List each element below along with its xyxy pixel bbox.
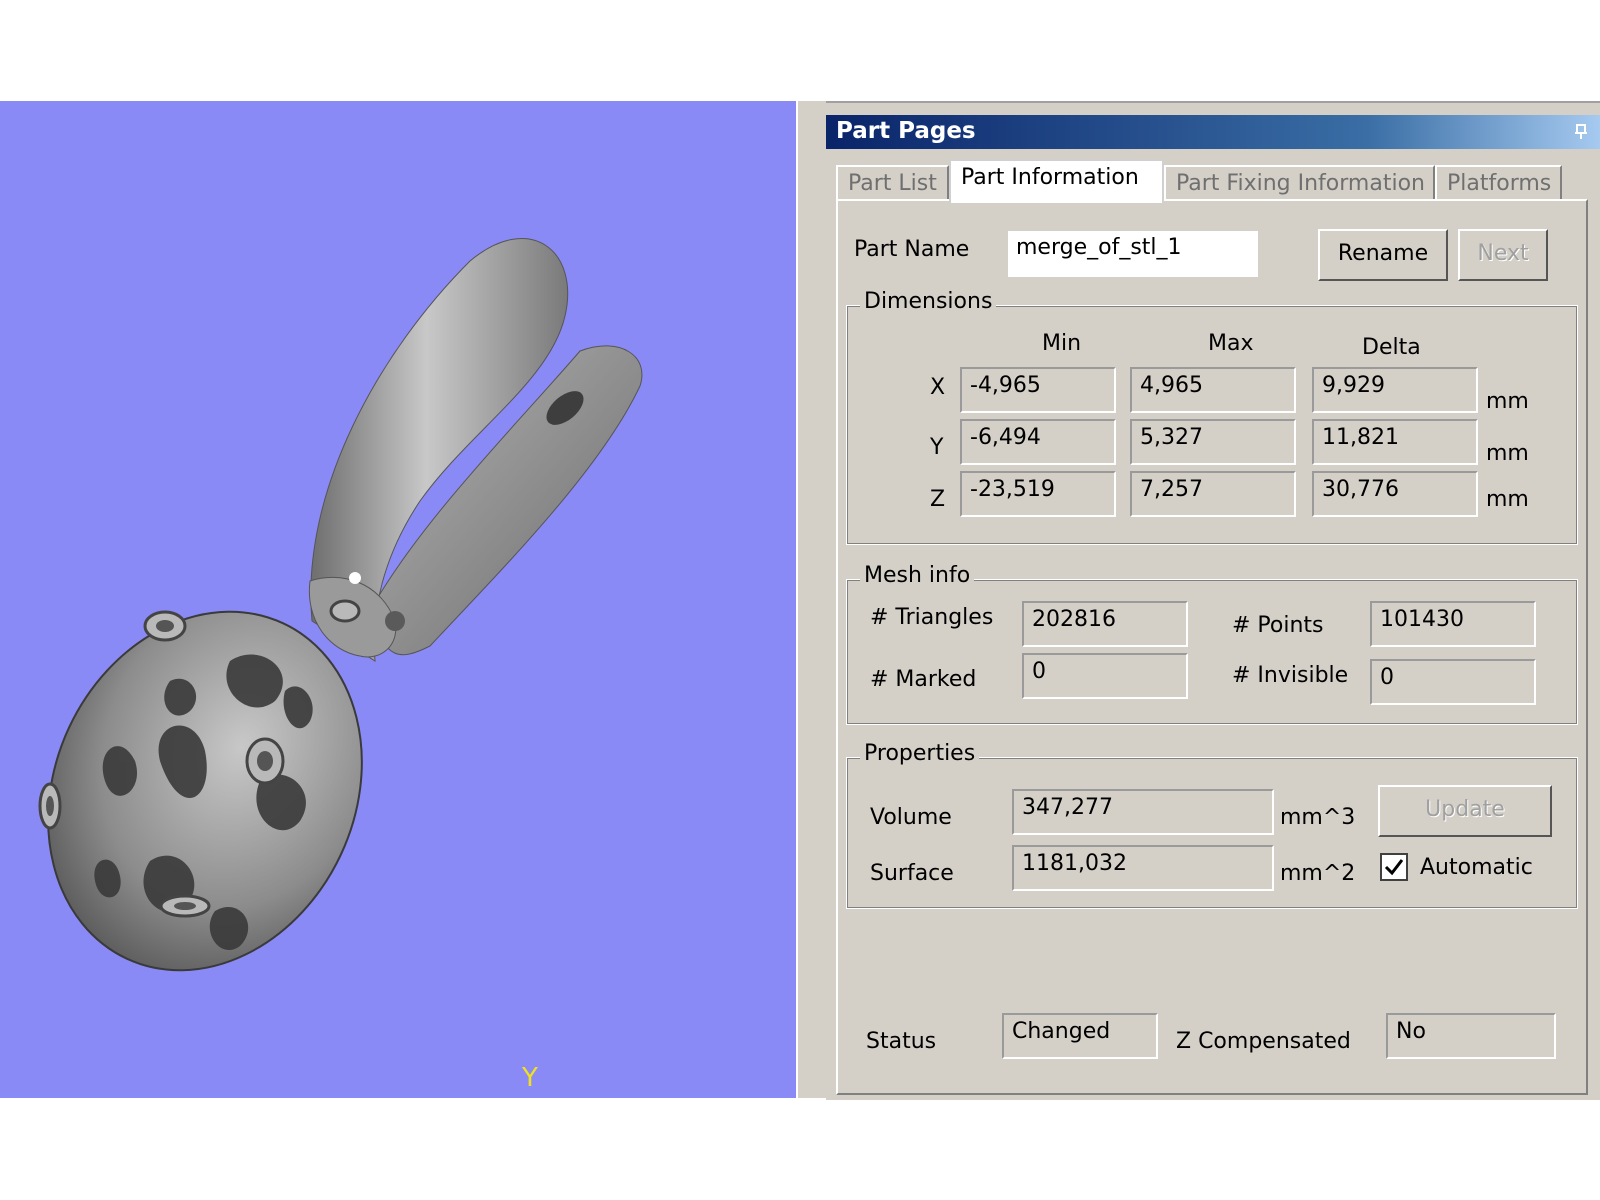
status-field[interactable]: Changed — [1002, 1013, 1158, 1059]
surface-label: Surface — [870, 861, 954, 886]
panel-titlebar: Part Pages — [826, 115, 1600, 149]
invisible-field[interactable]: 0 — [1370, 659, 1536, 705]
part-model-render[interactable] — [0, 101, 796, 1098]
tab-platforms[interactable]: Platforms — [1435, 165, 1562, 199]
status-label: Status — [866, 1029, 937, 1054]
dim-z-delta[interactable]: 30,776 — [1312, 471, 1478, 517]
properties-group: Properties Volume 347,277 mm^3 Update Su… — [846, 741, 1578, 909]
z-compensated-field[interactable]: No — [1386, 1013, 1556, 1059]
properties-legend: Properties — [860, 741, 980, 766]
automatic-checkbox[interactable] — [1380, 853, 1408, 881]
mesh-info-legend: Mesh info — [860, 563, 975, 588]
dim-y-delta[interactable]: 11,821 — [1312, 419, 1478, 465]
rename-button[interactable]: Rename — [1318, 229, 1448, 281]
dim-x-min[interactable]: -4,965 — [960, 367, 1116, 413]
splitter[interactable] — [796, 101, 828, 1098]
update-button[interactable]: Update — [1378, 785, 1552, 837]
dim-y-min[interactable]: -6,494 — [960, 419, 1116, 465]
dim-z-label: Z — [930, 487, 946, 512]
pin-icon[interactable] — [1574, 124, 1588, 140]
3d-viewport[interactable]: Y — [0, 101, 796, 1098]
dim-z-unit: mm — [1486, 487, 1529, 512]
dimensions-group: Dimensions Min Max Delta X -4,965 4,965 … — [846, 289, 1578, 545]
dim-y-max[interactable]: 5,327 — [1130, 419, 1296, 465]
volume-field[interactable]: 347,277 — [1012, 789, 1274, 835]
part-name-label: Part Name — [854, 237, 970, 262]
dim-z-max[interactable]: 7,257 — [1130, 471, 1296, 517]
dim-y-label: Y — [930, 435, 944, 460]
mesh-info-group: Mesh info # Triangles 202816 # Points 10… — [846, 563, 1578, 725]
min-header: Min — [1042, 331, 1082, 356]
dimensions-legend: Dimensions — [860, 289, 997, 314]
delta-header: Delta — [1362, 335, 1421, 360]
marked-label: # Marked — [870, 667, 977, 692]
checkmark-icon — [1384, 859, 1404, 876]
part-information-page: Part Name merge_of_stl_1 Rename Next Dim… — [836, 199, 1588, 1095]
points-field[interactable]: 101430 — [1370, 601, 1536, 647]
dim-x-unit: mm — [1486, 389, 1529, 414]
tab-part-list[interactable]: Part List — [836, 165, 949, 199]
tab-part-information[interactable]: Part Information — [949, 159, 1164, 203]
invisible-label: # Invisible — [1232, 663, 1349, 688]
dim-x-max[interactable]: 4,965 — [1130, 367, 1296, 413]
panel-title: Part Pages — [836, 118, 976, 144]
dim-x-delta[interactable]: 9,929 — [1312, 367, 1478, 413]
surface-unit: mm^2 — [1280, 861, 1356, 886]
tab-part-fixing-information[interactable]: Part Fixing Information — [1164, 165, 1435, 199]
volume-unit: mm^3 — [1280, 805, 1356, 830]
dim-y-unit: mm — [1486, 441, 1529, 466]
part-pages-panel: Part Pages Part List Part Information Pa… — [826, 101, 1600, 1100]
triangles-label: # Triangles — [870, 605, 994, 630]
dim-z-min[interactable]: -23,519 — [960, 471, 1116, 517]
surface-field[interactable]: 1181,032 — [1012, 845, 1274, 891]
marked-field[interactable]: 0 — [1022, 653, 1188, 699]
points-label: # Points — [1232, 613, 1324, 638]
max-header: Max — [1208, 331, 1254, 356]
y-axis-indicator: Y — [522, 1063, 538, 1093]
triangles-field[interactable]: 202816 — [1022, 601, 1188, 647]
automatic-label: Automatic — [1420, 855, 1533, 880]
next-button[interactable]: Next — [1458, 229, 1548, 281]
volume-label: Volume — [870, 805, 952, 830]
z-compensated-label: Z Compensated — [1176, 1029, 1351, 1054]
part-name-field[interactable]: merge_of_stl_1 — [1008, 231, 1258, 277]
dim-x-label: X — [930, 375, 946, 400]
